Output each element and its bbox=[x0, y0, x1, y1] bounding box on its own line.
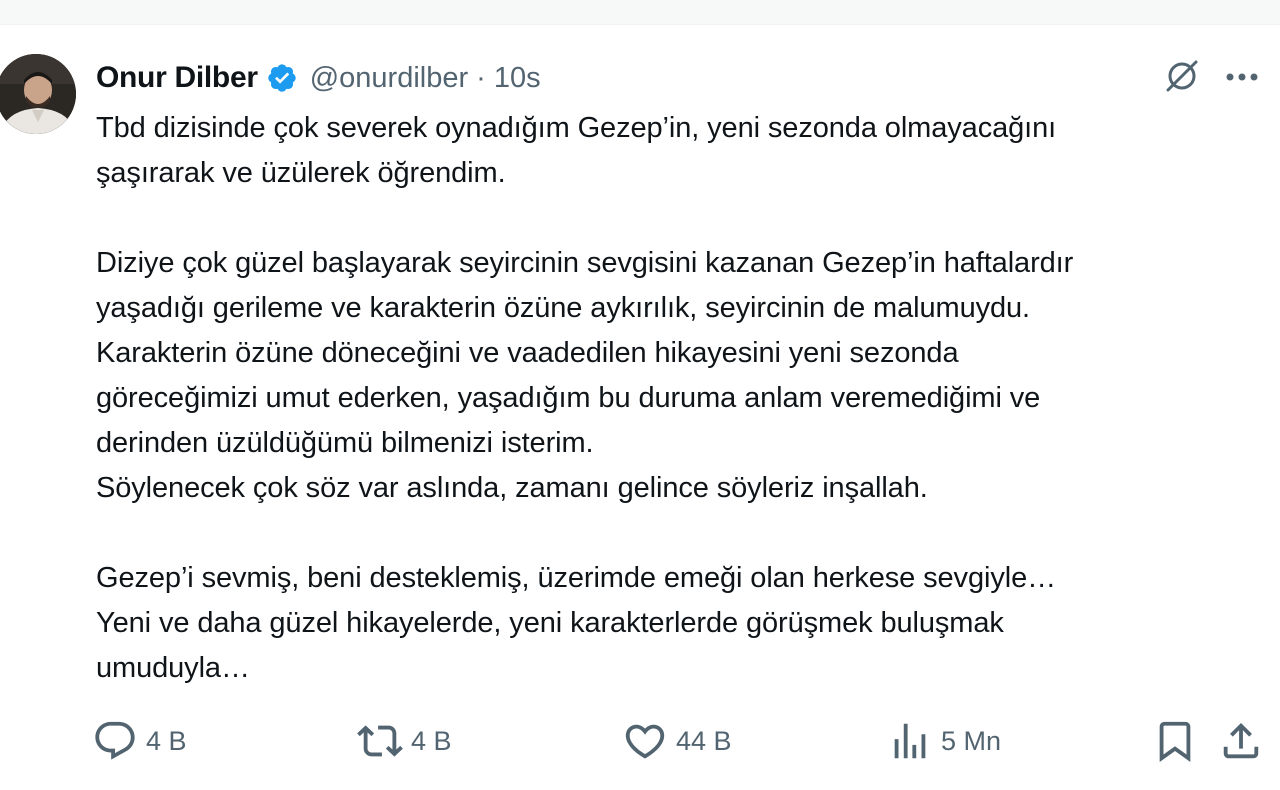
tweet-card[interactable]: Onur Dilber @onurdilber · 10s Tbd dizisi… bbox=[0, 24, 1280, 790]
avatar-image bbox=[0, 54, 76, 134]
separator-dot: · bbox=[476, 61, 486, 94]
more-button[interactable] bbox=[1220, 58, 1264, 98]
tweet-timestamp[interactable]: 10s bbox=[494, 62, 541, 95]
verified-badge-icon bbox=[266, 62, 298, 94]
tweet-actions: 4 B 4 B 44 B 5 Mn bbox=[92, 716, 1270, 766]
share-button[interactable] bbox=[1218, 716, 1264, 766]
avatar[interactable] bbox=[0, 54, 76, 134]
views-icon bbox=[887, 718, 933, 764]
author-name[interactable]: Onur Dilber bbox=[96, 61, 258, 95]
author-handle[interactable]: @onurdilber bbox=[310, 62, 468, 95]
like-icon bbox=[622, 718, 668, 764]
more-icon bbox=[1225, 69, 1259, 87]
views-button[interactable]: 5 Mn bbox=[887, 716, 1001, 766]
views-count: 5 Mn bbox=[941, 725, 1002, 756]
like-button[interactable]: 44 B bbox=[622, 716, 732, 766]
share-icon bbox=[1218, 718, 1264, 764]
grok-button[interactable] bbox=[1160, 58, 1204, 98]
reply-button[interactable]: 4 B bbox=[92, 716, 187, 766]
reply-count: 4 B bbox=[146, 725, 187, 756]
tweet-text: Tbd dizisinde çok severek oynadığım Geze… bbox=[96, 112, 1074, 684]
grok-icon bbox=[1163, 57, 1201, 100]
repost-count: 4 B bbox=[411, 725, 452, 756]
like-count: 44 B bbox=[676, 725, 732, 756]
bookmark-button[interactable] bbox=[1152, 716, 1198, 766]
repost-button[interactable]: 4 B bbox=[357, 716, 452, 766]
top-strip bbox=[0, 0, 1280, 25]
bookmark-icon bbox=[1152, 718, 1198, 764]
repost-icon bbox=[357, 718, 403, 764]
reply-icon bbox=[92, 718, 138, 764]
tweet-header: Onur Dilber @onurdilber · 10s bbox=[96, 58, 541, 98]
